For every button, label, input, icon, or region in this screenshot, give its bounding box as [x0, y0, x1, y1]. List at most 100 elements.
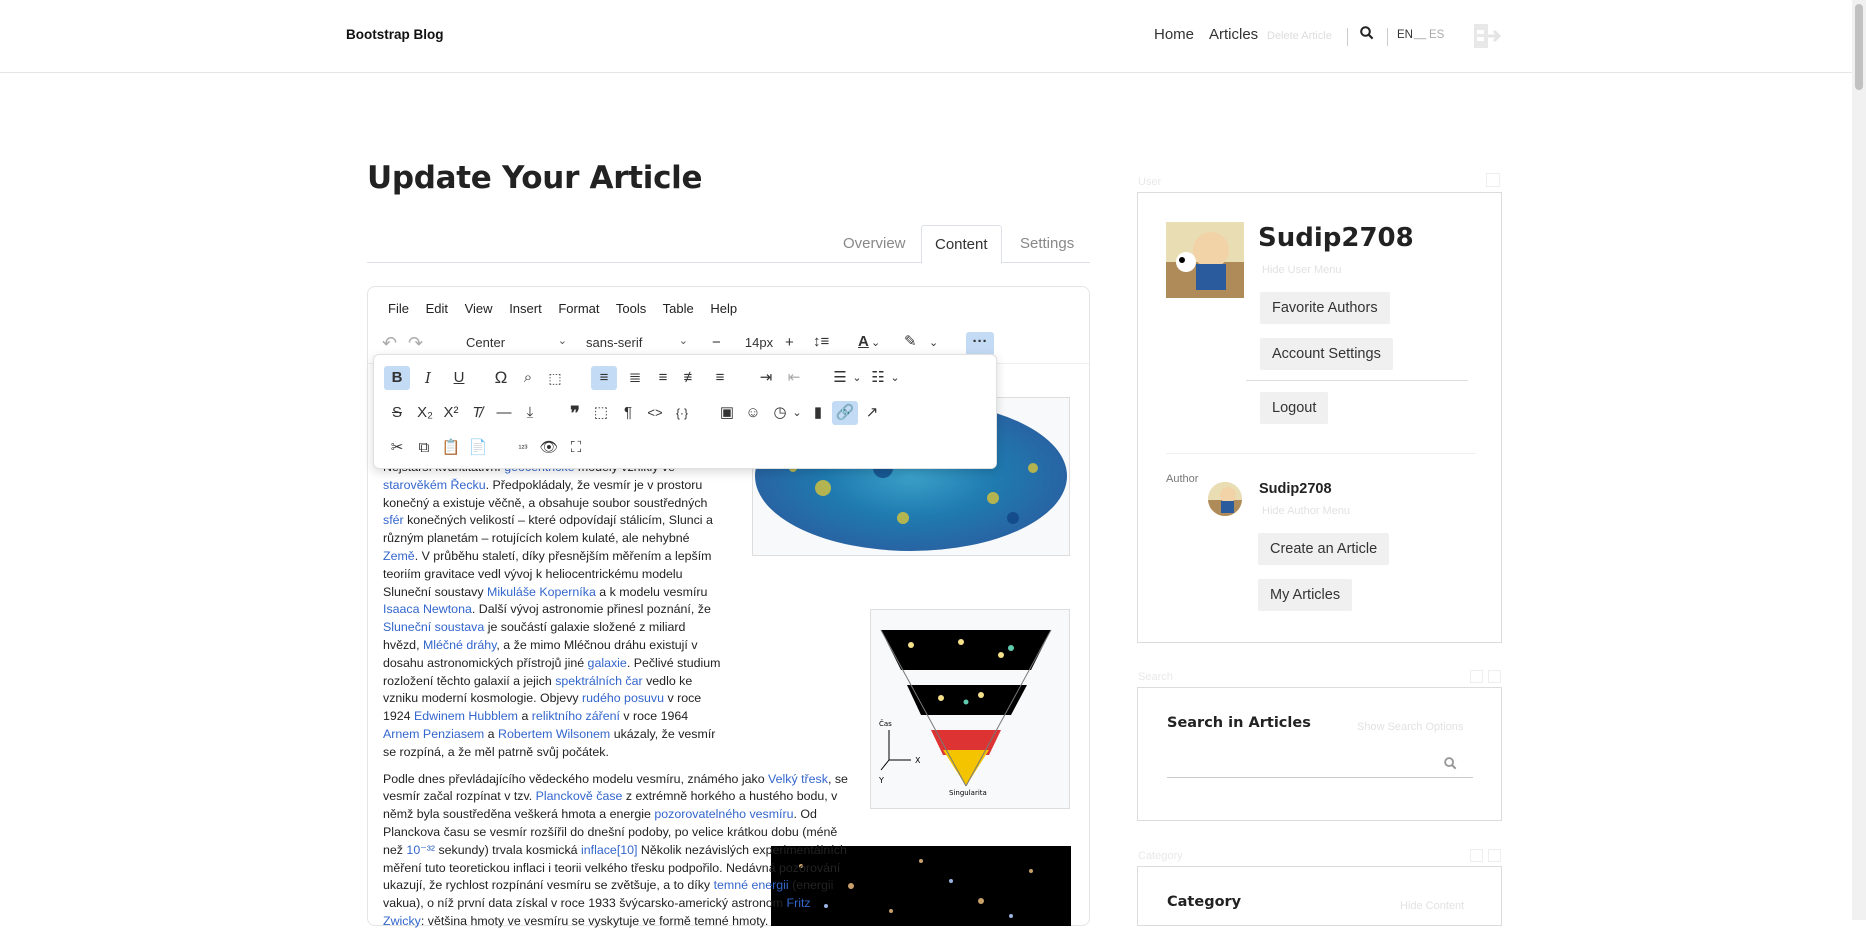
page-scrollbar[interactable] [1852, 0, 1866, 920]
indent-icon[interactable]: ⇥ [753, 366, 779, 390]
article-link[interactable]: galaxie [588, 656, 627, 670]
logout-icon[interactable] [1473, 22, 1503, 55]
menu-insert[interactable]: Insert [509, 301, 542, 316]
brand-logo[interactable]: Bootstrap Blog [346, 27, 444, 42]
tab-settings[interactable]: Settings [1007, 225, 1087, 264]
preview-icon[interactable]: 👁 [536, 436, 562, 460]
article-link[interactable]: spektrálních čar [555, 674, 642, 688]
paste-text-icon[interactable]: 📄 [465, 436, 491, 460]
block-format-select[interactable]: Center ⌄ [458, 332, 573, 354]
menu-table[interactable]: Table [663, 301, 694, 316]
article-link[interactable]: Robertem Wilsonem [498, 727, 610, 741]
collapse-icon[interactable] [1488, 849, 1501, 862]
word-count-icon[interactable]: ¹²³ [510, 436, 536, 460]
redo-icon[interactable]: ↷ [408, 333, 423, 353]
nav-articles[interactable]: Articles [1209, 26, 1258, 43]
chevron-down-icon[interactable]: ⌄ [882, 366, 908, 390]
nav-home[interactable]: Home [1154, 26, 1194, 43]
account-settings-button[interactable]: Account Settings [1260, 338, 1393, 370]
menu-tools[interactable]: Tools [616, 301, 646, 316]
paste-icon[interactable]: 📋 [438, 436, 464, 460]
tab-content[interactable]: Content [921, 225, 1002, 264]
highlight-color-icon[interactable]: ✎ [904, 332, 917, 352]
superscript-icon[interactable]: X² [438, 401, 464, 425]
font-family-select[interactable]: sans-serif ⌄ [578, 332, 694, 354]
menu-format[interactable]: Format [558, 301, 599, 316]
text-color-icon[interactable]: A [858, 332, 869, 352]
article-link[interactable]: Arnem Penziasem [383, 727, 484, 741]
tab-overview[interactable]: Overview [830, 225, 919, 264]
chevron-down-icon[interactable]: ⌄ [871, 333, 880, 353]
expand-icon[interactable] [1470, 670, 1483, 683]
article-link[interactable]: Mikuláše Koperníka [487, 585, 596, 599]
hide-author-menu[interactable]: Hide Author Menu [1262, 505, 1350, 517]
copy-icon[interactable]: ⧉ [411, 436, 437, 460]
bold-icon[interactable]: B [384, 366, 410, 390]
special-character-icon[interactable]: Ω [488, 366, 514, 390]
lang-en[interactable]: EN [1397, 29, 1413, 41]
image-icon[interactable]: ▣ [714, 401, 740, 425]
article-link[interactable]: Isaaca Newtona [383, 602, 472, 616]
create-article-button[interactable]: Create an Article [1258, 533, 1390, 565]
horizontal-line-icon[interactable]: — [491, 401, 517, 425]
more-toolbar-icon[interactable]: ··· [966, 332, 994, 356]
open-link-icon[interactable]: ↗ [859, 401, 885, 425]
article-link[interactable]: pozorovatelného vesmíru [654, 807, 793, 821]
font-size-input[interactable]: 14px [736, 332, 782, 354]
author-name[interactable]: Sudip2708 [1259, 481, 1332, 497]
collapse-icon[interactable] [1486, 173, 1500, 187]
underline-icon[interactable]: U [446, 366, 472, 390]
article-link[interactable]: Země [383, 549, 415, 563]
cut-icon[interactable]: ✂ [384, 436, 410, 460]
menu-file[interactable]: File [388, 301, 409, 316]
emoticons-icon[interactable]: ☺ [740, 401, 766, 425]
line-height-icon[interactable]: ↕≡ [813, 332, 829, 352]
font-size-increase-icon[interactable]: + [785, 333, 794, 353]
menu-help[interactable]: Help [710, 301, 737, 316]
insert-before-icon[interactable]: ⤓ [517, 401, 543, 425]
clear-formatting-icon[interactable]: T̸ [464, 401, 490, 425]
subscript-icon[interactable]: X₂ [412, 401, 438, 425]
undo-icon[interactable]: ↶ [382, 333, 397, 353]
article-link[interactable]: 10⁻³² [406, 843, 435, 857]
align-right-icon[interactable]: ≡ [707, 366, 733, 390]
article-link[interactable]: rudého posuvu [582, 691, 664, 705]
article-link[interactable]: Velký třesk [768, 772, 828, 786]
outdent-icon[interactable]: ⇤ [781, 366, 807, 390]
article-link[interactable]: Mléčné dráhy [423, 638, 496, 652]
bookmark-icon[interactable]: ▮ [805, 401, 831, 425]
logout-button[interactable]: Logout [1260, 392, 1329, 424]
editor-content[interactable]: Nejstarší kvantitativní geocentrické mod… [383, 459, 853, 940]
search-icon[interactable] [1360, 26, 1374, 45]
lang-es[interactable]: ES [1429, 29, 1444, 41]
article-link[interactable]: Sluneční soustava [383, 620, 484, 634]
hide-user-menu[interactable]: Hide User Menu [1262, 264, 1341, 276]
article-link[interactable]: starověkém Řecku [383, 478, 486, 492]
scrollbar-thumb[interactable] [1855, 4, 1863, 90]
article-link[interactable]: temné energii [714, 878, 789, 892]
italic-icon[interactable]: I [415, 366, 441, 390]
menu-view[interactable]: View [465, 301, 493, 316]
favorite-authors-button[interactable]: Favorite Authors [1260, 292, 1390, 324]
article-link[interactable]: reliktního záření [532, 709, 620, 723]
chevron-down-icon[interactable]: ⌄ [929, 333, 938, 353]
expand-icon[interactable] [1470, 849, 1483, 862]
big-bang-diagram[interactable]: Čas X Y Singularita [870, 609, 1070, 809]
avatar[interactable] [1166, 222, 1244, 298]
article-link[interactable]: Edwinem Hubblem [414, 709, 518, 723]
align-left-icon[interactable]: ≡ [650, 366, 676, 390]
show-blocks-icon[interactable]: ¶ [615, 401, 641, 425]
article-link[interactable]: sfér [383, 513, 404, 527]
align-none-icon[interactable]: ≢ [678, 366, 704, 390]
align-justify-icon[interactable]: ≣ [622, 366, 648, 390]
code-sample-icon[interactable]: {·} [669, 401, 695, 425]
select-all-icon[interactable]: ⬚ [542, 366, 568, 390]
strikethrough-icon[interactable]: S [384, 401, 410, 425]
menu-edit[interactable]: Edit [426, 301, 448, 316]
font-size-decrease-icon[interactable]: − [712, 333, 721, 353]
blockquote-icon[interactable]: ❞ [562, 401, 588, 425]
code-icon[interactable]: <> [642, 401, 668, 425]
my-articles-button[interactable]: My Articles [1258, 579, 1353, 611]
search-input[interactable] [1167, 743, 1473, 778]
show-search-options[interactable]: Show Search Options [1357, 721, 1463, 733]
